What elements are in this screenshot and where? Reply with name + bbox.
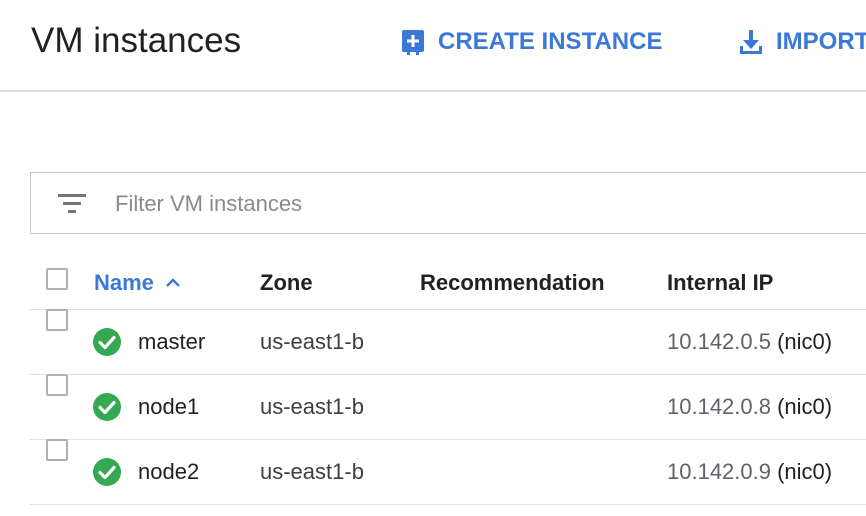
ip-address: 10.142.0.9 — [667, 459, 771, 484]
column-header-recommendation[interactable]: Recommendation — [420, 270, 605, 296]
filter-bar — [30, 172, 866, 234]
import-vm-button[interactable]: IMPORT VM — [738, 28, 866, 56]
instance-name[interactable]: node1 — [138, 394, 199, 420]
instance-zone: us-east1-b — [260, 394, 364, 419]
column-header-name[interactable]: Name — [94, 270, 182, 296]
table-row: node1 us-east1-b 10.142.0.8 (nic0) — [30, 374, 866, 440]
instance-zone: us-east1-b — [260, 329, 364, 354]
filter-input[interactable] — [115, 187, 815, 221]
create-instance-button[interactable]: CREATE INSTANCE — [400, 28, 662, 56]
table-row: node2 us-east1-b 10.142.0.9 (nic0) — [30, 439, 866, 505]
table-row: master us-east1-b 10.142.0.5 (nic0) — [30, 309, 866, 375]
ip-address: 10.142.0.5 — [667, 329, 771, 354]
column-header-name-label: Name — [94, 270, 154, 295]
nic-label: (nic0) — [777, 459, 833, 484]
instance-internal-ip: 10.142.0.8 (nic0) — [667, 394, 832, 420]
instance-internal-ip: 10.142.0.9 (nic0) — [667, 459, 832, 485]
nic-label: (nic0) — [777, 394, 833, 419]
ip-address: 10.142.0.8 — [667, 394, 771, 419]
row-checkbox[interactable] — [46, 439, 68, 461]
add-box-icon — [402, 30, 424, 55]
check-circle-icon — [93, 328, 121, 356]
download-icon — [740, 30, 762, 54]
column-header-internal-ip[interactable]: Internal IP — [667, 270, 773, 296]
instance-zone: us-east1-b — [260, 459, 364, 484]
column-header-zone[interactable]: Zone — [260, 270, 313, 296]
check-circle-icon — [93, 393, 121, 421]
page-title: VM instances — [31, 21, 242, 60]
table-header-row: Name Zone Recommendation Internal IP — [30, 251, 866, 310]
filter-list-icon[interactable] — [58, 191, 86, 215]
create-instance-label: CREATE INSTANCE — [438, 28, 663, 55]
page-header: VM instances CREATE INSTANCE IMPORT VM — [0, 0, 866, 92]
nic-label: (nic0) — [777, 329, 833, 354]
instance-name[interactable]: master — [138, 329, 205, 355]
chevron-up-icon — [166, 278, 180, 287]
instance-name[interactable]: node2 — [138, 459, 199, 485]
check-circle-icon — [93, 458, 121, 486]
vm-instances-page: VM instances CREATE INSTANCE IMPORT VM — [0, 0, 866, 516]
row-checkbox[interactable] — [46, 374, 68, 396]
instance-internal-ip: 10.142.0.5 (nic0) — [667, 329, 832, 355]
vm-instances-table: Name Zone Recommendation Internal IP mas… — [30, 251, 866, 505]
select-all-checkbox[interactable] — [46, 268, 68, 290]
import-vm-label: IMPORT VM — [776, 28, 866, 55]
row-checkbox[interactable] — [46, 309, 68, 331]
